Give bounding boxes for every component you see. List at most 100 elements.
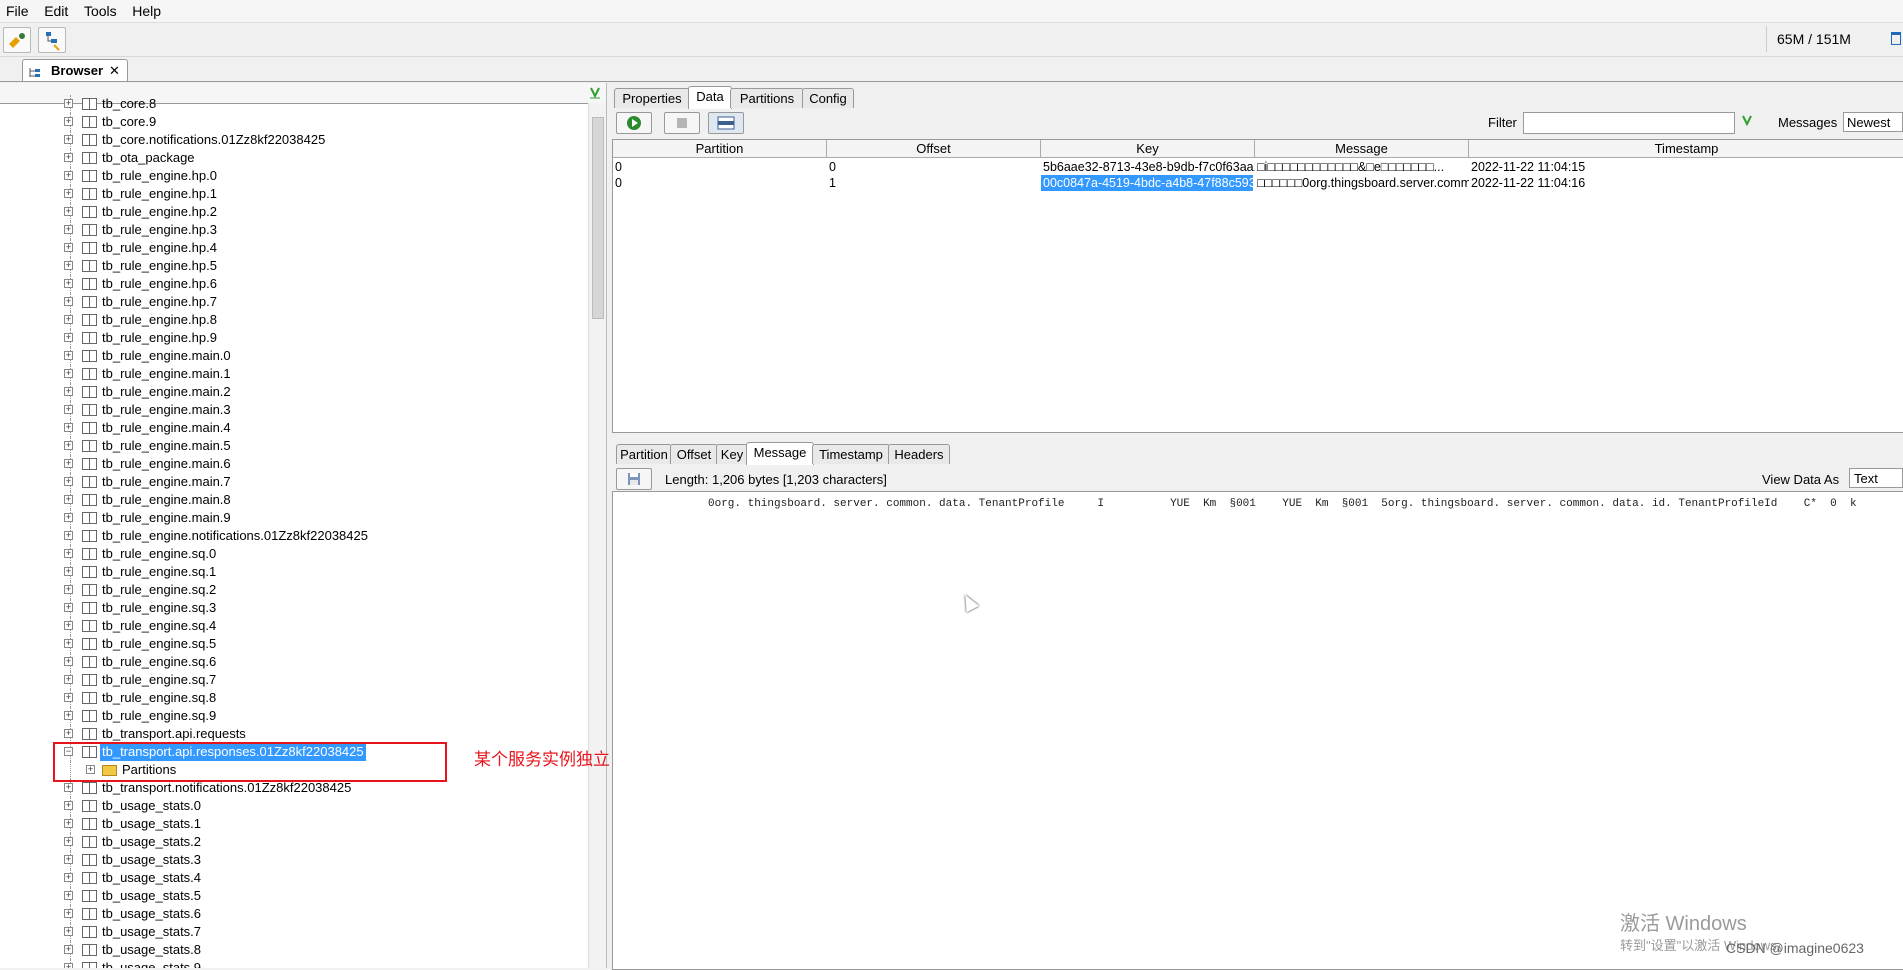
expand-icon[interactable]: + xyxy=(64,585,73,594)
tree-item-topic[interactable]: + tb_rule_engine.notifications.01Zz8kf220… xyxy=(0,527,588,545)
table-cell[interactable]: □i□□□□□□□□□□□□&□e□□□□□□□... xyxy=(1255,159,1469,175)
stop-button[interactable] xyxy=(664,112,700,134)
column-header-partition[interactable]: Partition xyxy=(613,140,827,158)
tree-item-topic[interactable]: + tb_rule_engine.sq.0 xyxy=(0,545,588,563)
expand-icon[interactable]: + xyxy=(64,153,73,162)
expand-icon[interactable]: + xyxy=(64,675,73,684)
expand-icon[interactable]: + xyxy=(64,567,73,576)
expand-icon[interactable]: + xyxy=(64,387,73,396)
expand-icon[interactable]: + xyxy=(64,783,73,792)
expand-icon[interactable]: + xyxy=(64,801,73,810)
tree-item-topic[interactable]: + tb_rule_engine.hp.4 xyxy=(0,239,588,257)
refresh-icon[interactable] xyxy=(588,86,602,100)
expand-icon[interactable]: + xyxy=(64,279,73,288)
expand-icon[interactable]: + xyxy=(64,441,73,450)
tree-item-topic[interactable]: + tb_rule_engine.hp.8 xyxy=(0,311,588,329)
tree-item-topic[interactable]: + tb_rule_engine.main.8 xyxy=(0,491,588,509)
tree-item-topic[interactable]: + tb_rule_engine.main.6 xyxy=(0,455,588,473)
expand-icon[interactable]: + xyxy=(64,837,73,846)
expand-icon[interactable]: + xyxy=(64,603,73,612)
save-button[interactable] xyxy=(616,468,652,490)
table-cell[interactable]: □□□□□□0org.thingsboard.server.common.d..… xyxy=(1255,175,1469,191)
expand-icon[interactable]: + xyxy=(64,459,73,468)
expand-icon[interactable]: + xyxy=(64,891,73,900)
expand-icon[interactable]: + xyxy=(64,621,73,630)
tree-item-topic[interactable]: + tb_core.8 xyxy=(0,95,588,113)
tree-item-topic[interactable]: + tb_ota_package xyxy=(0,149,588,167)
tree-item-topic[interactable]: + tb_core.9 xyxy=(0,113,588,131)
connect-button[interactable] xyxy=(3,27,31,53)
tree-item-topic[interactable]: + tb_usage_stats.3 xyxy=(0,851,588,869)
expand-icon[interactable]: + xyxy=(64,423,73,432)
run-button[interactable] xyxy=(616,112,652,134)
tree-item-topic[interactable]: + tb_usage_stats.0 xyxy=(0,797,588,815)
tree-item-topic[interactable]: + tb_usage_stats.7 xyxy=(0,923,588,941)
tab-partitions[interactable]: Partitions xyxy=(730,88,804,108)
expand-icon[interactable]: + xyxy=(64,729,73,738)
tree-item-topic[interactable]: + tb_rule_engine.hp.1 xyxy=(0,185,588,203)
close-icon[interactable]: ✕ xyxy=(109,60,120,81)
expand-icon[interactable]: + xyxy=(64,873,73,882)
expand-icon[interactable]: + xyxy=(64,819,73,828)
table-cell[interactable]: 0 xyxy=(613,159,827,175)
tree-item-topic[interactable]: + tb_usage_stats.4 xyxy=(0,869,588,887)
browser-tab[interactable]: Browser ✕ xyxy=(22,59,128,81)
tree-item-topic[interactable]: + tb_rule_engine.main.2 xyxy=(0,383,588,401)
expand-icon[interactable]: + xyxy=(64,351,73,360)
table-cell[interactable]: 2022-11-22 11:04:15 xyxy=(1469,159,1683,175)
tree-item-topic[interactable]: + tb_core.notifications.01Zz8kf22038425 xyxy=(0,131,588,149)
tree-item-topic[interactable]: + tb_rule_engine.hp.2 xyxy=(0,203,588,221)
expand-icon[interactable]: + xyxy=(64,171,73,180)
expand-icon[interactable]: + xyxy=(64,477,73,486)
message-content-text[interactable]: 0org. thingsboard. server. common. data.… xyxy=(708,498,1903,510)
expand-icon[interactable]: + xyxy=(64,657,73,666)
detail-tab-offset[interactable]: Offset xyxy=(670,444,718,464)
expand-icon[interactable]: + xyxy=(64,261,73,270)
tree-item-topic[interactable]: + tb_rule_engine.main.5 xyxy=(0,437,588,455)
messages-select[interactable]: Newest xyxy=(1843,112,1903,132)
expand-icon[interactable]: + xyxy=(64,333,73,342)
column-header-offset[interactable]: Offset xyxy=(827,140,1041,158)
tree-item-topic[interactable]: + tb_usage_stats.6 xyxy=(0,905,588,923)
tree-item-topic[interactable]: + tb_rule_engine.sq.9 xyxy=(0,707,588,725)
table-cell[interactable]: 0 xyxy=(613,175,827,191)
apply-filter-icon[interactable] xyxy=(1740,114,1754,128)
detail-tab-headers[interactable]: Headers xyxy=(888,444,950,464)
expand-icon[interactable]: + xyxy=(64,135,73,144)
tree-item-topic[interactable]: + tb_rule_engine.hp.9 xyxy=(0,329,588,347)
expand-icon[interactable]: + xyxy=(64,495,73,504)
toggle-detail-button[interactable] xyxy=(708,112,744,134)
menu-file[interactable]: File xyxy=(0,1,35,21)
tree-item-topic[interactable]: + tb_rule_engine.main.1 xyxy=(0,365,588,383)
table-cell[interactable]: 5b6aae32-8713-43e8-b9db-f7c0f63aa100 xyxy=(1041,159,1255,175)
expand-icon[interactable]: + xyxy=(64,855,73,864)
column-header-key[interactable]: Key xyxy=(1041,140,1255,158)
detail-tab-timestamp[interactable]: Timestamp xyxy=(812,444,890,464)
detail-tab-key[interactable]: Key xyxy=(716,444,748,464)
tree-item-topic[interactable]: + tb_rule_engine.hp.7 xyxy=(0,293,588,311)
tree-item-topic[interactable]: + tb_usage_stats.9 xyxy=(0,959,588,968)
tab-data[interactable]: Data xyxy=(688,86,732,109)
tree-item-topic[interactable]: + tb_rule_engine.sq.6 xyxy=(0,653,588,671)
table-cell[interactable]: 0 xyxy=(827,159,1041,175)
expand-icon[interactable]: + xyxy=(64,963,73,968)
menu-help[interactable]: Help xyxy=(126,1,167,21)
column-header-timestamp[interactable]: Timestamp xyxy=(1469,140,1903,158)
tree-item-topic[interactable]: + tb_rule_engine.hp.3 xyxy=(0,221,588,239)
expand-icon[interactable]: + xyxy=(64,639,73,648)
tree-scrollbar[interactable] xyxy=(588,103,606,968)
add-cluster-button[interactable] xyxy=(38,27,66,53)
tree-item-topic[interactable]: + tb_rule_engine.sq.1 xyxy=(0,563,588,581)
expand-icon[interactable]: + xyxy=(64,531,73,540)
tree-item-topic[interactable]: + tb_usage_stats.5 xyxy=(0,887,588,905)
expand-icon[interactable]: + xyxy=(64,405,73,414)
tree-item-topic[interactable]: + tb_rule_engine.hp.5 xyxy=(0,257,588,275)
expand-icon[interactable]: + xyxy=(64,315,73,324)
message-content-view[interactable]: 0org. thingsboard. server. common. data.… xyxy=(612,491,1903,970)
detail-tab-message[interactable]: Message xyxy=(746,442,814,465)
expand-icon[interactable]: + xyxy=(64,513,73,522)
expand-icon[interactable]: + xyxy=(64,207,73,216)
expand-icon[interactable]: + xyxy=(64,225,73,234)
tree-item-topic[interactable]: + tb_usage_stats.1 xyxy=(0,815,588,833)
detail-tab-partition[interactable]: Partition xyxy=(616,444,672,464)
